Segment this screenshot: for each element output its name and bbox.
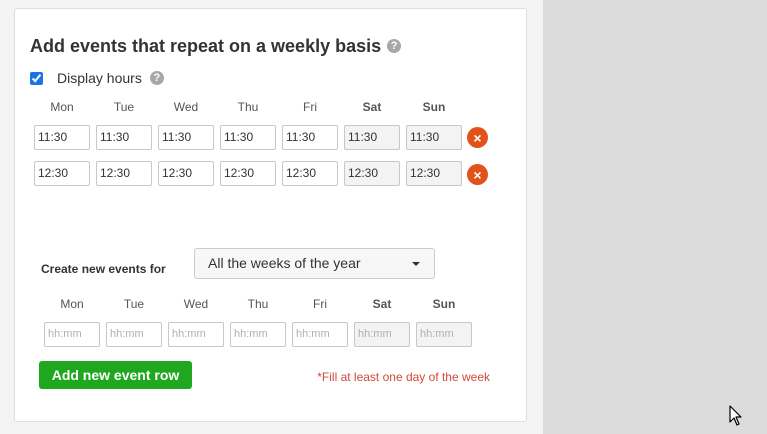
new-time-input-sat[interactable]: hh:mm [354, 322, 410, 347]
time-input-wed[interactable]: 11:30 [158, 125, 214, 150]
create-events-label: Create new events for [41, 262, 166, 276]
time-input-wed[interactable]: 12:30 [158, 161, 214, 186]
fill-warning-text: *Fill at least one day of the week [317, 370, 490, 384]
new-time-input-wed[interactable]: hh:mm [168, 322, 224, 347]
day-label-mon: Mon [50, 100, 74, 114]
day-label-sun: Sun [422, 100, 446, 114]
day-label-wed: Wed [183, 297, 209, 311]
new-time-input-fri[interactable]: hh:mm [292, 322, 348, 347]
help-icon[interactable]: ? [387, 39, 402, 53]
day-label-sat: Sat [372, 297, 392, 311]
new-time-input-thu[interactable]: hh:mm [230, 322, 286, 347]
day-label-wed: Wed [173, 100, 199, 114]
day-label-mon: Mon [60, 297, 84, 311]
day-label-thu: Thu [247, 297, 269, 311]
section-title: Add events that repeat on a weekly basis… [30, 35, 402, 57]
time-input-fri[interactable]: 11:30 [282, 125, 338, 150]
time-input-thu[interactable]: 11:30 [220, 125, 276, 150]
remove-row-icon[interactable]: × [467, 164, 488, 185]
time-input-mon[interactable]: 11:30 [34, 125, 90, 150]
display-hours-toggle[interactable]: Display hours ? [30, 70, 164, 86]
day-label-fri: Fri [303, 100, 317, 114]
time-input-sun[interactable]: 11:30 [406, 125, 462, 150]
time-input-tue[interactable]: 11:30 [96, 125, 152, 150]
day-label-fri: Fri [313, 297, 327, 311]
side-panel [543, 0, 767, 434]
day-label-thu: Thu [237, 100, 259, 114]
mouse-pointer-icon [729, 405, 742, 426]
time-input-sat[interactable]: 11:30 [344, 125, 400, 150]
new-time-input-sun[interactable]: hh:mm [416, 322, 472, 347]
new-time-input-tue[interactable]: hh:mm [106, 322, 162, 347]
time-input-tue[interactable]: 12:30 [96, 161, 152, 186]
chevron-down-icon [412, 262, 420, 266]
section-title-text: Add events that repeat on a weekly basis [30, 36, 382, 56]
time-input-sat[interactable]: 12:30 [344, 161, 400, 186]
time-input-mon[interactable]: 12:30 [34, 161, 90, 186]
weeks-select[interactable]: All the weeks of the year [194, 248, 435, 279]
remove-row-icon[interactable]: × [467, 127, 488, 148]
day-label-sat: Sat [362, 100, 382, 114]
display-hours-checkbox[interactable] [30, 71, 43, 85]
weekly-events-card: Add events that repeat on a weekly basis… [14, 8, 527, 422]
add-event-row-button[interactable]: Add new event row [39, 361, 192, 389]
day-label-tue: Tue [113, 100, 135, 114]
time-input-fri[interactable]: 12:30 [282, 161, 338, 186]
time-input-thu[interactable]: 12:30 [220, 161, 276, 186]
new-time-input-mon[interactable]: hh:mm [44, 322, 100, 347]
day-label-sun: Sun [432, 297, 456, 311]
help-icon[interactable]: ? [149, 71, 164, 85]
time-input-sun[interactable]: 12:30 [406, 161, 462, 186]
day-label-tue: Tue [123, 297, 145, 311]
weeks-select-value: All the weeks of the year [208, 255, 361, 271]
display-hours-label: Display hours [57, 70, 142, 86]
